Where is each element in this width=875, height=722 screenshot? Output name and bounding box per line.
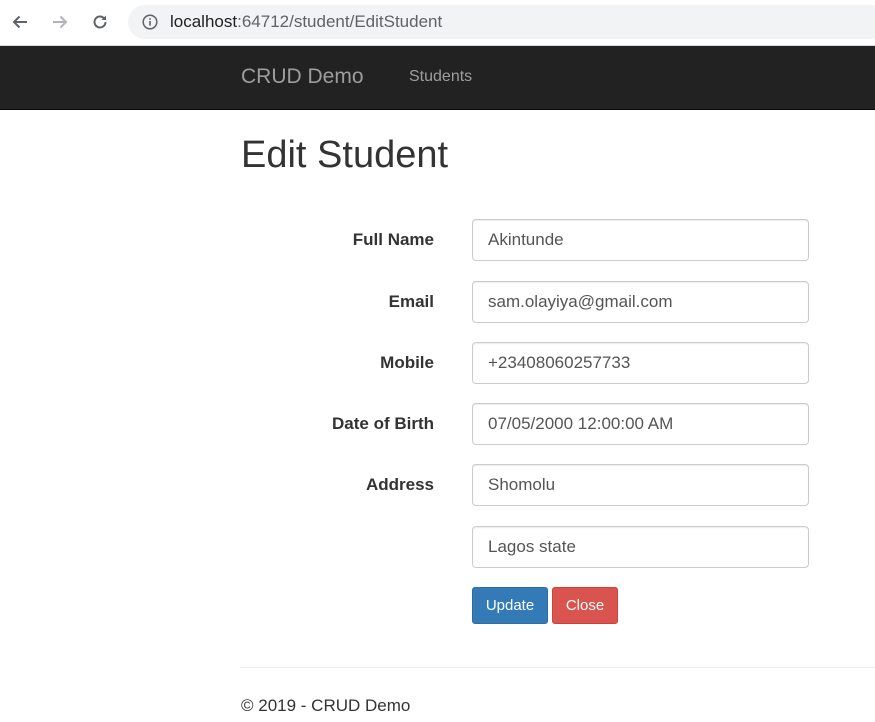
url-text[interactable]: localhost:64712/student/EditStudent xyxy=(170,13,442,31)
info-icon[interactable] xyxy=(142,14,158,30)
url-path: :64712/student/EditStudent xyxy=(237,12,443,31)
browser-toolbar: localhost:64712/student/EditStudent xyxy=(0,0,875,46)
nav-link-students[interactable]: Students xyxy=(409,68,472,86)
reload-icon[interactable] xyxy=(89,11,111,33)
forward-arrow-icon[interactable] xyxy=(49,11,71,33)
form-row-address-line2 xyxy=(241,526,875,568)
page-title: Edit Student xyxy=(241,134,449,176)
url-host: localhost xyxy=(170,12,238,31)
email-input[interactable] xyxy=(472,281,809,323)
mobile-label: Mobile xyxy=(380,353,434,372)
app-navbar: CRUD Demo Students xyxy=(0,46,875,110)
form-row-address: Address xyxy=(241,464,875,506)
mobile-input[interactable] xyxy=(472,342,809,384)
address-bar[interactable]: localhost:64712/student/EditStudent xyxy=(128,5,875,39)
full-name-input[interactable] xyxy=(472,219,809,261)
form-row-email: Email xyxy=(241,281,875,323)
address-line2-input[interactable] xyxy=(472,526,809,568)
form-row-mobile: Mobile xyxy=(241,342,875,384)
address-label: Address xyxy=(365,475,434,494)
back-arrow-icon[interactable] xyxy=(9,11,31,33)
footer-divider xyxy=(240,667,875,668)
date-of-birth-input[interactable] xyxy=(472,403,809,445)
navbar-brand[interactable]: CRUD Demo xyxy=(241,65,364,89)
email-label: Email xyxy=(388,292,434,311)
form-row-date-of-birth: Date of Birth xyxy=(241,403,875,445)
full-name-label: Full Name xyxy=(352,230,434,249)
date-of-birth-label: Date of Birth xyxy=(332,414,434,433)
close-button[interactable]: Close xyxy=(552,587,618,624)
form-row-full-name: Full Name xyxy=(241,219,875,261)
update-button[interactable]: Update xyxy=(472,587,548,624)
address-line1-input[interactable] xyxy=(472,464,809,506)
footer-copyright: © 2019 - CRUD Demo xyxy=(241,696,411,715)
